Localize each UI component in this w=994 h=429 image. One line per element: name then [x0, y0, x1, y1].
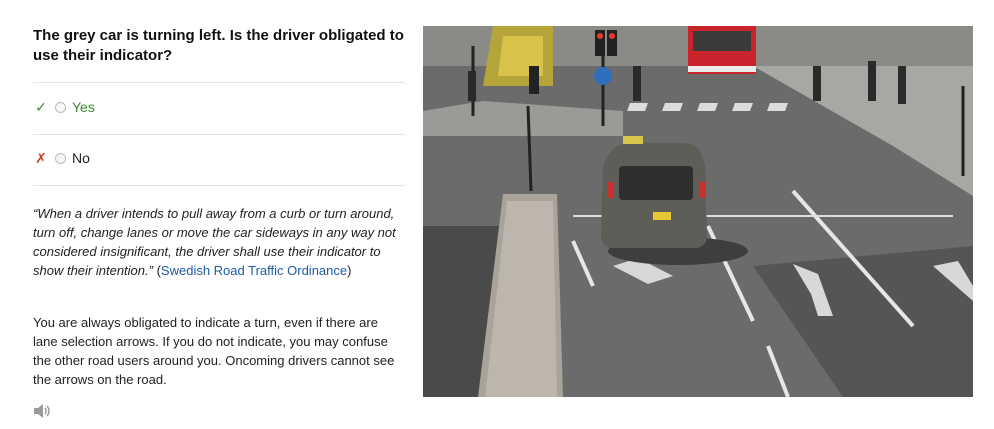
divider — [33, 185, 405, 186]
answer-option-yes[interactable]: ✓ Yes — [33, 97, 95, 117]
speaker-icon[interactable] — [33, 403, 51, 419]
radio-button-yes[interactable] — [55, 101, 66, 113]
question-text: The grey car is turning left. Is the dri… — [33, 27, 404, 64]
divider — [33, 134, 405, 135]
explanation-text: You are always obligated to indicate a t… — [33, 315, 395, 387]
cross-icon: ✗ — [35, 149, 47, 166]
radio-button-no[interactable] — [55, 152, 66, 164]
divider — [33, 82, 405, 83]
option-label-no: No — [72, 150, 90, 166]
checkmark-icon: ✓ — [35, 98, 47, 115]
law-quote: “When a driver intends to pull away from… — [33, 204, 405, 280]
option-label-yes: Yes — [72, 99, 95, 115]
street-photo — [423, 26, 973, 397]
answer-option-no[interactable]: ✗ No — [33, 148, 90, 168]
quote-close-paren: ) — [347, 263, 352, 278]
ordinance-link[interactable]: Swedish Road Traffic Ordinance — [161, 263, 347, 278]
